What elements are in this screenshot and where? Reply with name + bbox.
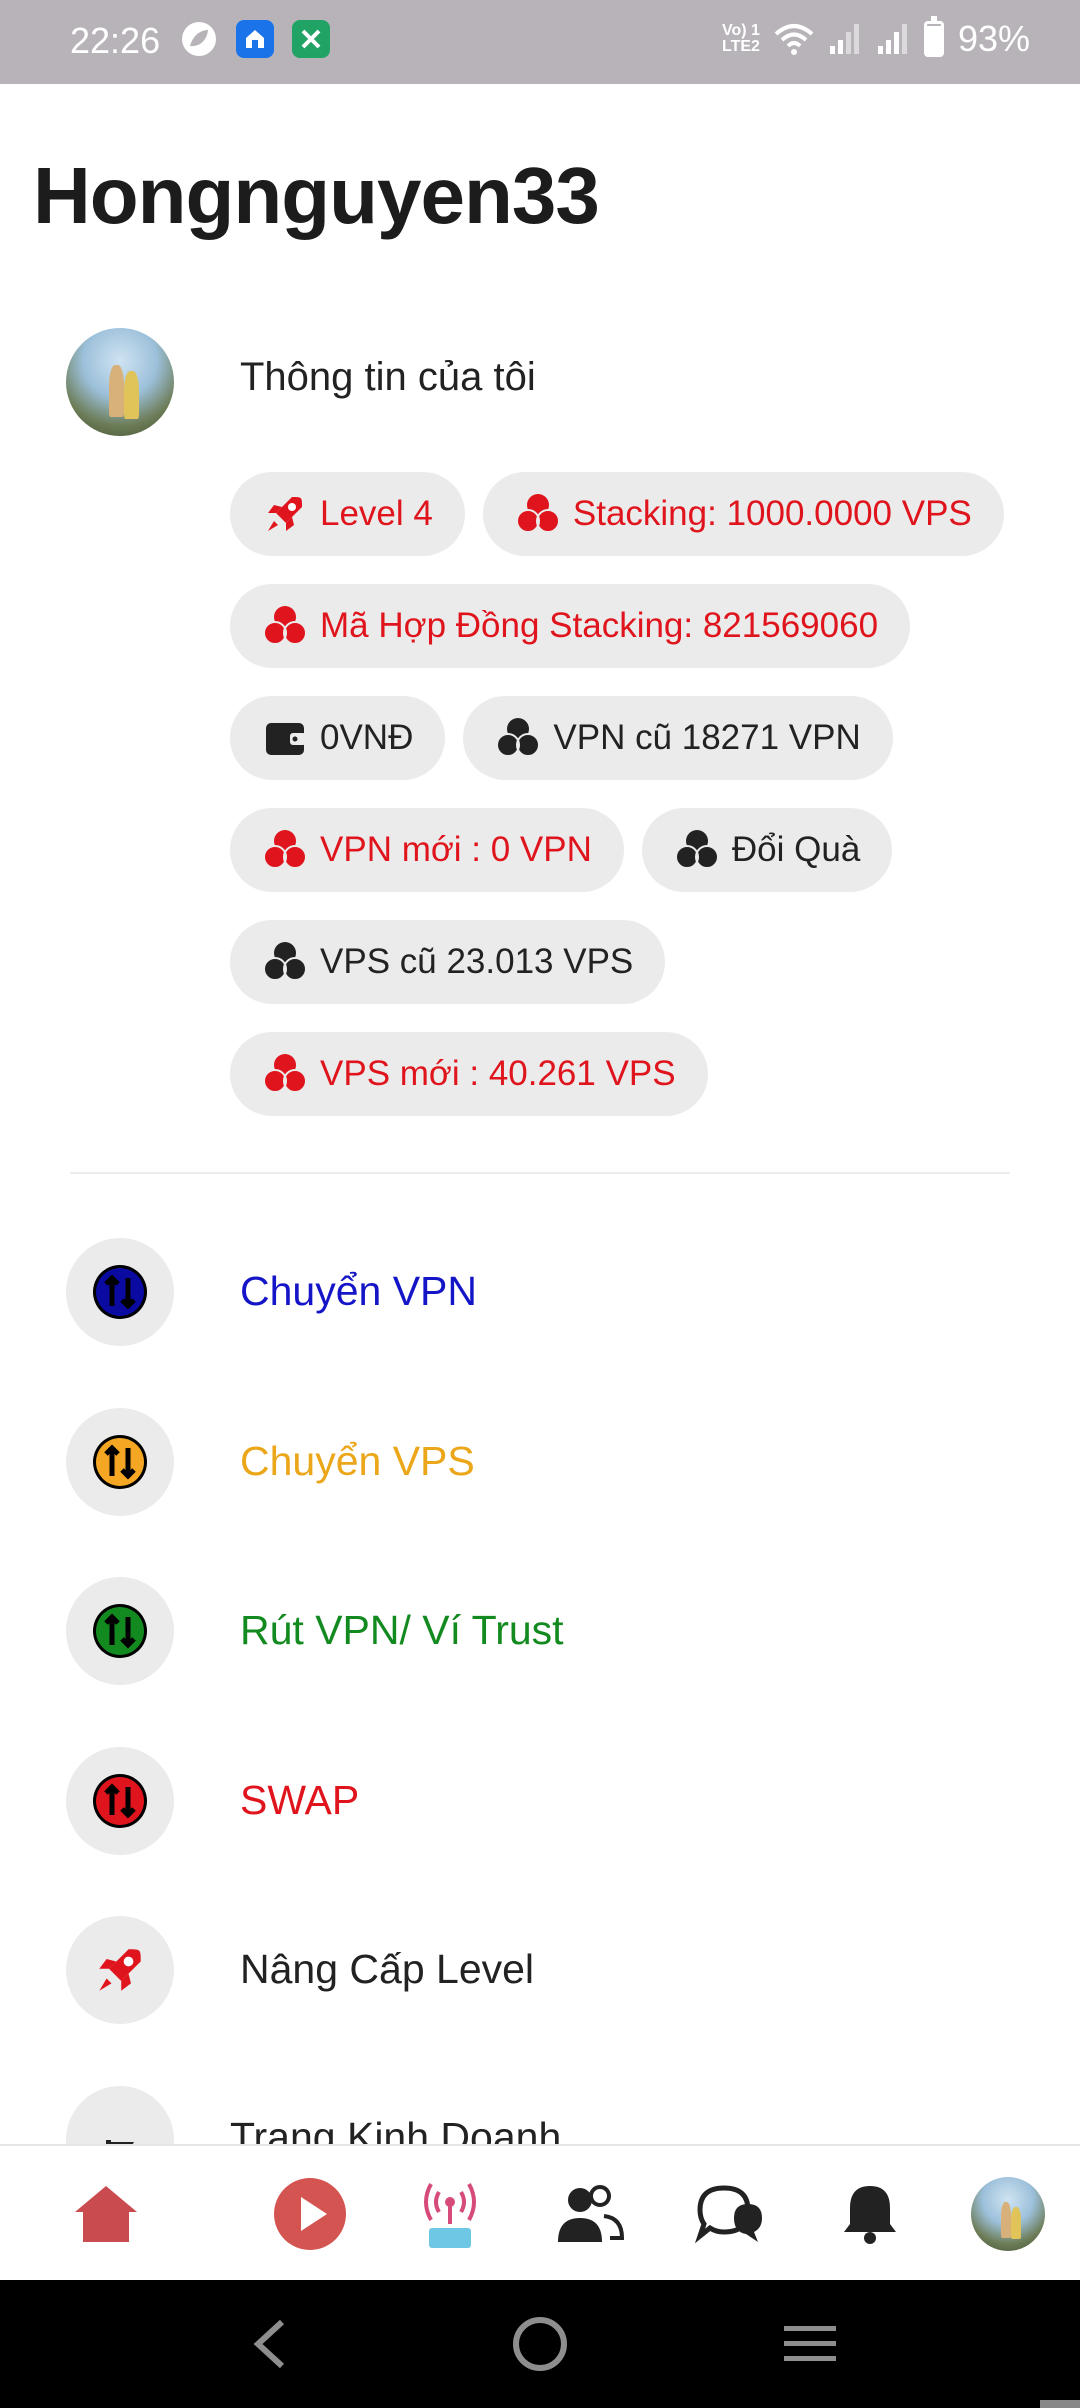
rocket-icon [66, 1916, 174, 2024]
nav-video[interactable] [250, 2146, 370, 2282]
coins-icon [263, 606, 307, 645]
level-chip[interactable]: Level 4 [230, 472, 465, 556]
coins-icon [674, 830, 719, 869]
battery-percent: 93% [957, 18, 1030, 59]
menu-icon [784, 2326, 836, 2361]
gesture-indicator [1040, 2400, 1080, 2408]
status-bar: 22:26 Vo) 1 LTE2 93% [0, 0, 1080, 84]
home-icon [75, 2186, 137, 2242]
wallet-text: 0VNĐ [320, 718, 414, 757]
menu-label: Chuyển VPN [240, 1268, 478, 1314]
gift-text: Đổi Quà [731, 830, 861, 869]
avatar[interactable] [66, 328, 174, 436]
stacking-chip[interactable]: Stacking: 1000.0000 VPS [482, 472, 1004, 556]
nav-home[interactable] [46, 2146, 166, 2282]
menu-withdraw-vpn[interactable]: Rút VPN/ Ví Trust [66, 1577, 1026, 1687]
coins-icon [263, 942, 307, 981]
menu-transfer-vps[interactable]: Chuyển VPS [66, 1408, 1026, 1518]
gift-chip[interactable]: Đổi Quà [641, 808, 893, 892]
page-title: Hongnguyen33 [33, 151, 600, 240]
menu-label: Nâng Cấp Level [240, 1946, 535, 1992]
nav-messages[interactable] [670, 2146, 790, 2282]
vpn-old-chip[interactable]: VPN cũ 18271 VPN [463, 696, 893, 780]
divider [70, 1172, 1010, 1174]
menu-label: SWAP [240, 1777, 360, 1823]
vpn-new-chip[interactable]: VPN mới : 0 VPN [230, 808, 624, 892]
menu-label: Rút VPN/ Ví Trust [240, 1607, 564, 1653]
transfer-vpn-icon [66, 1238, 174, 1346]
home-app-icon [236, 20, 274, 58]
avatar [971, 2177, 1045, 2251]
level-text: Level 4 [320, 494, 433, 533]
back-icon [253, 2319, 285, 2369]
home-circle-icon [513, 2317, 567, 2371]
system-nav-bar [0, 2280, 1080, 2408]
stacking-text: Stacking: 1000.0000 VPS [572, 494, 972, 533]
stats-chips: Level 4 Stacking: 1000.0000 VPS Mã Hợp Đ… [230, 472, 1050, 1144]
battery-icon [923, 16, 944, 57]
nav-friends[interactable] [530, 2146, 650, 2282]
rocket-icon [268, 497, 302, 531]
signal-icon-1 [829, 24, 859, 54]
vpn-old-text: VPN cũ 18271 VPN [553, 718, 861, 757]
vps-old-chip[interactable]: VPS cũ 23.013 VPS [230, 920, 666, 1004]
back-button[interactable] [200, 2280, 340, 2408]
swap-icon [66, 1747, 174, 1855]
coins-icon [263, 1054, 307, 1093]
volte-indicator: Vo) 1 LTE2 [722, 22, 760, 55]
vps-old-text: VPS cũ 23.013 VPS [320, 942, 634, 981]
friends-icon [558, 2185, 625, 2242]
play-icon [274, 2178, 346, 2250]
transfer-vps-icon [66, 1408, 174, 1516]
vps-new-text: VPS mới : 40.261 VPS [320, 1054, 676, 1093]
live-icon [424, 2183, 476, 2248]
coins-icon [496, 718, 541, 757]
menu-swap[interactable]: SWAP [66, 1747, 1026, 1857]
excel-app-icon [292, 20, 330, 58]
bottom-nav [0, 2144, 1080, 2282]
my-info-label[interactable]: Thông tin của tôi [240, 355, 536, 400]
home-button[interactable] [470, 2280, 610, 2408]
contract-chip[interactable]: Mã Hợp Đồng Stacking: 821569060 [230, 584, 911, 668]
nav-profile[interactable] [948, 2146, 1068, 2282]
leaf-app-icon [180, 20, 218, 58]
wifi-icon [774, 24, 814, 55]
bell-icon [844, 2186, 896, 2244]
chat-icon [694, 2185, 762, 2244]
wallet-chip[interactable]: 0VNĐ [230, 696, 446, 780]
vps-new-chip[interactable]: VPS mới : 40.261 VPS [230, 1032, 708, 1116]
contract-text: Mã Hợp Đồng Stacking: 821569060 [320, 606, 879, 645]
menu-label: Chuyển VPS [240, 1438, 475, 1484]
coins-icon [515, 494, 560, 533]
vpn-new-text: VPN mới : 0 VPN [320, 830, 592, 869]
recents-button[interactable] [740, 2280, 880, 2408]
menu-upgrade-level[interactable]: Nâng Cấp Level [66, 1916, 1026, 2026]
nav-live[interactable] [390, 2146, 510, 2282]
withdraw-vpn-icon [66, 1577, 174, 1685]
status-time: 22:26 [70, 20, 161, 61]
menu-transfer-vpn[interactable]: Chuyển VPN [66, 1238, 1026, 1348]
wallet-icon [266, 723, 306, 755]
nav-notifications[interactable] [810, 2146, 930, 2282]
coins-icon [263, 830, 307, 869]
signal-icon-2 [877, 24, 907, 54]
